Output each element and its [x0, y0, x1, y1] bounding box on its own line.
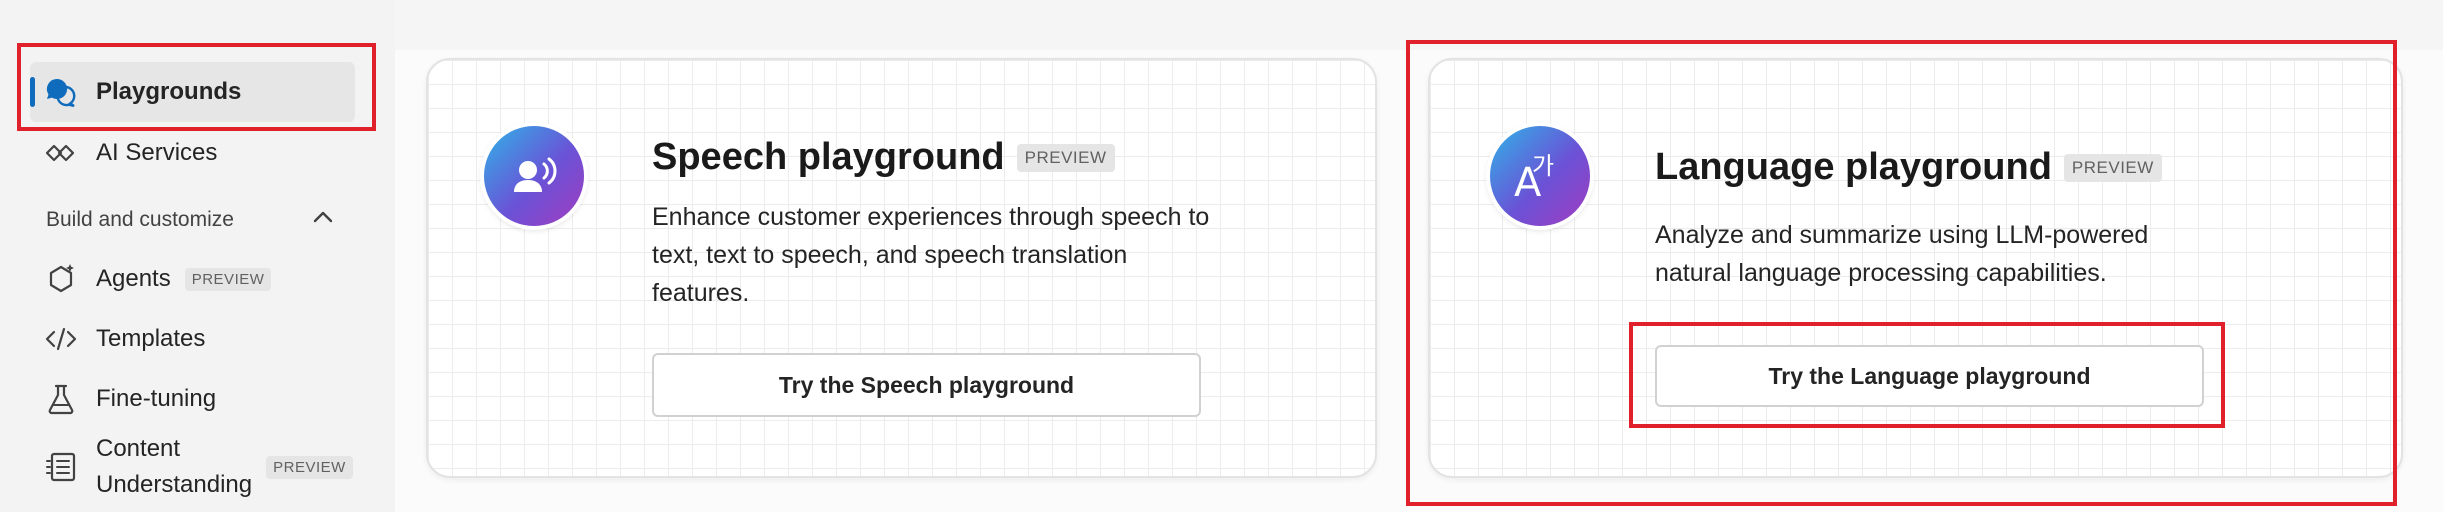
section-build-and-customize[interactable]: Build and customize: [46, 200, 336, 240]
try-language-playground-button[interactable]: Try the Language playground: [1655, 345, 2204, 407]
document-list-icon: [44, 450, 78, 484]
chat-bubbles-icon: [44, 75, 78, 109]
diamond-icon: [44, 136, 78, 170]
sidebar-item-ai-services[interactable]: AI Services: [30, 123, 355, 183]
agent-hexagon-icon: [44, 262, 78, 296]
section-header-label: Build and customize: [46, 208, 234, 231]
code-icon: [44, 322, 78, 356]
speech-playground-card[interactable]: Speech playground PREVIEW Enhance custom…: [426, 58, 1377, 478]
sidebar-item-agents[interactable]: Agents PREVIEW: [30, 249, 355, 309]
sidebar-item-fine-tuning[interactable]: Fine-tuning: [30, 369, 355, 429]
preview-badge: PREVIEW: [184, 267, 272, 291]
sidebar-item-playgrounds[interactable]: Playgrounds: [30, 62, 355, 122]
card-title: Language playground PREVIEW: [1655, 146, 2162, 189]
sidebar-item-label: Fine-tuning: [96, 385, 217, 412]
card-description: Analyze and summarize using LLM-powered …: [1655, 221, 2149, 287]
preview-badge: PREVIEW: [1016, 143, 1115, 172]
try-speech-playground-button[interactable]: Try the Speech playground: [652, 353, 1201, 417]
sidebar-item-label: AI Services: [96, 139, 218, 166]
chevron-up-icon[interactable]: [310, 204, 336, 236]
sidebar-item-label: Content Understanding: [96, 435, 253, 498]
sidebar-item-label: Templates: [96, 325, 206, 352]
card-title: Speech playground PREVIEW: [652, 136, 1115, 179]
sidebar-item-label: Playgrounds: [96, 78, 242, 105]
language-playground-card[interactable]: A 가 Language playground PREVIEW Analyze …: [1428, 58, 2403, 478]
translate-icon: A 가: [1490, 126, 1590, 226]
sidebar: Playgrounds AI Services Build and custom…: [0, 0, 395, 512]
sidebar-item-content-understanding[interactable]: Content Understanding PREVIEW: [30, 430, 355, 504]
sidebar-item-templates[interactable]: Templates: [30, 309, 355, 369]
main-content: Speech playground PREVIEW Enhance custom…: [395, 50, 2443, 512]
sidebar-item-label: Agents: [96, 265, 171, 292]
svg-text:가: 가: [1532, 152, 1554, 180]
preview-badge: PREVIEW: [266, 455, 353, 479]
card-description: Enhance customer experiences through spe…: [652, 203, 1210, 307]
flask-icon: [44, 382, 78, 416]
speech-person-icon: [484, 126, 584, 226]
preview-badge: PREVIEW: [2063, 153, 2162, 182]
